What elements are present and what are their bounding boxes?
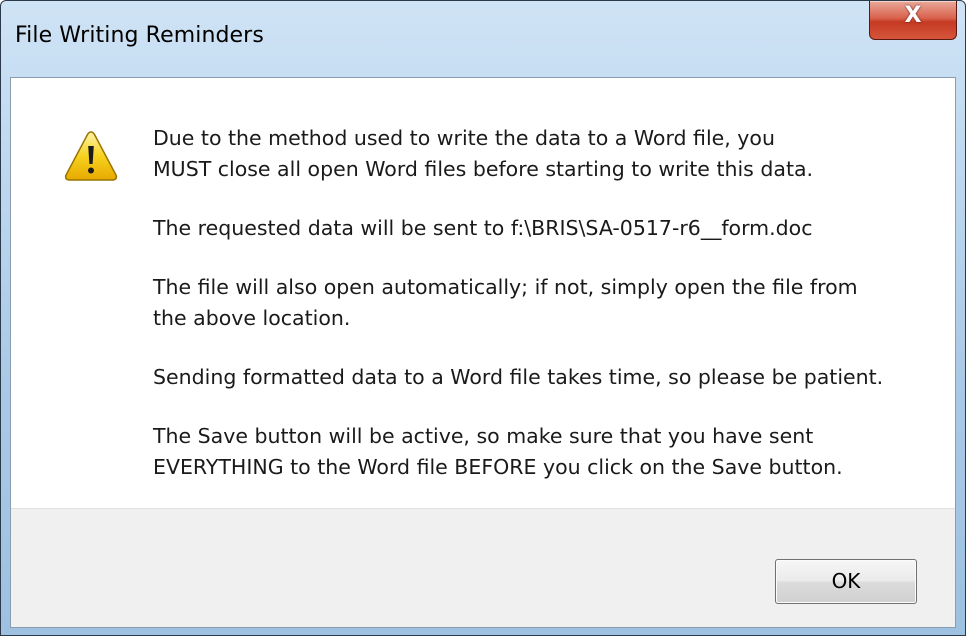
message-line: Due to the method used to write the data… [153,126,775,150]
close-icon: X [904,3,922,28]
message-line: EVERYTHING to the Word file BEFORE you c… [153,455,843,479]
button-bar: OK [11,508,955,627]
message-line: MUST close all open Word files before st… [153,157,814,181]
message-text: Due to the method used to write the data… [153,123,933,511]
message-paragraph-3: The file will also open automatically; i… [153,272,933,334]
message-line: The Save button will be active, so make … [153,424,814,448]
message-paragraph-5: The Save button will be active, so make … [153,421,933,483]
message-paragraph-4: Sending formatted data to a Word file ta… [153,365,884,389]
ok-button[interactable]: OK [775,559,917,604]
message-line: The file will also open automatically; i… [153,275,858,299]
close-button[interactable]: X [869,1,957,40]
dialog-client-area: Due to the method used to write the data… [10,77,956,628]
warning-icon [64,131,118,181]
message-paragraph-2: The requested data will be sent to f:\BR… [153,216,813,240]
dialog-window: File Writing Reminders X Due to the meth… [0,0,966,636]
title-bar[interactable]: File Writing Reminders X [1,1,965,77]
message-paragraph-1: Due to the method used to write the data… [153,123,933,185]
window-title: File Writing Reminders [15,23,264,48]
message-area: Due to the method used to write the data… [11,78,955,512]
message-line: the above location. [153,306,351,330]
